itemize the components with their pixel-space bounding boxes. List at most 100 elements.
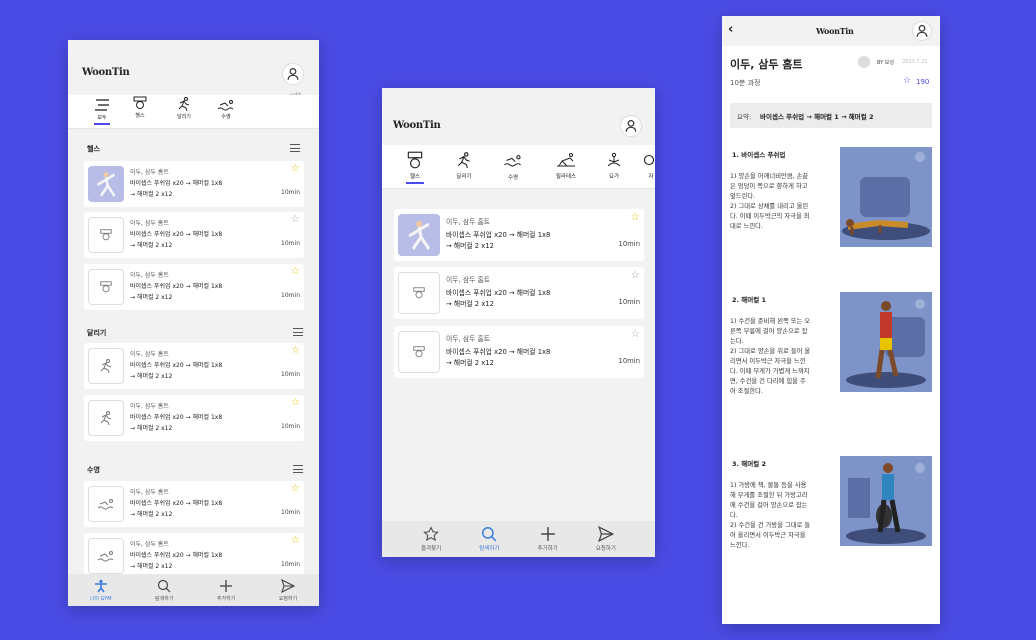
favorite-star-icon[interactable]: ☆ bbox=[291, 484, 300, 494]
menu-icon[interactable] bbox=[293, 328, 303, 336]
nav-add[interactable]: 추가하기 bbox=[217, 579, 235, 602]
plus-icon bbox=[540, 527, 555, 541]
tab-pilates[interactable]: 필라테스 bbox=[552, 152, 580, 180]
page-title: 이두, 삼두 홈트 bbox=[730, 58, 803, 71]
workout-card[interactable]: 이두, 삼두 홈트 바이셉스 푸쉬업 x20 → 해머컬 1x8 → 해머컬 2 x… bbox=[84, 264, 304, 310]
workout-line-2: → 해머컬 2 x12 bbox=[130, 293, 173, 301]
step-text-line: 른쪽 무릎에 걸어 양손으로 잡 bbox=[730, 328, 808, 335]
workout-card[interactable]: 이두, 삼두 홈트 바이셉스 푸쉬업 x20 → 해머컬 1x8 → 해머컬 2 x… bbox=[394, 209, 644, 261]
section-title-swimming: 수영 bbox=[87, 466, 100, 474]
workout-thumbnail bbox=[398, 272, 440, 314]
favorite-star-icon[interactable]: ☆ bbox=[291, 346, 300, 356]
workout-duration: 10min bbox=[281, 291, 300, 299]
tab-label: 수영 bbox=[221, 114, 231, 120]
workout-card[interactable]: 이두, 삼두 홈트 바이셉스 푸쉬업 x20 → 해머컬 1x8 → 해머컬 2 x… bbox=[394, 267, 644, 319]
favorite-star-icon[interactable]: ☆ bbox=[291, 164, 300, 174]
swimming-icon bbox=[504, 155, 521, 167]
profile-avatar[interactable] bbox=[282, 63, 304, 85]
favorite-star-icon[interactable]: ☆ bbox=[630, 269, 640, 281]
step-text-line: 해 무게를 조절한 뒤 가방고리 bbox=[730, 492, 808, 499]
workout-title: 이두, 삼두 홈트 bbox=[446, 335, 491, 343]
workout-line-2: → 해머컬 2 x12 bbox=[130, 190, 173, 198]
workout-duration: 10min bbox=[618, 240, 640, 249]
author-name: BY 모성 bbox=[877, 60, 895, 66]
tab-swimming[interactable]: 수영 bbox=[502, 154, 524, 181]
nav-label: 탐색하기 bbox=[479, 546, 500, 552]
search-icon bbox=[158, 579, 171, 592]
workout-duration: 10min bbox=[281, 188, 300, 196]
tab-label: 달리기 bbox=[456, 174, 472, 180]
user-icon bbox=[625, 119, 637, 132]
nav-explore[interactable]: 탐색하기 bbox=[155, 579, 173, 602]
nav-label: 탐색하기 bbox=[155, 595, 174, 602]
favorite-star-icon[interactable]: ☆ bbox=[291, 536, 300, 546]
tab-yoga[interactable]: 요가 bbox=[604, 152, 624, 180]
screen-my-gym: WoonTin edit 모두 헬스 달리기 수영 헬스 달리기 수영 이두, … bbox=[68, 40, 319, 606]
gym-icon bbox=[94, 579, 107, 592]
workout-line-2: → 해머컬 2 x12 bbox=[130, 372, 173, 380]
plus-icon bbox=[220, 579, 233, 592]
workout-thumbnail bbox=[88, 166, 124, 202]
workout-card[interactable]: 이두, 삼두 홈트 바이셉스 푸쉬업 x20 → 해머컬 1x8 → 해머컬 2 x… bbox=[84, 395, 304, 441]
step-heading: 3. 해머컬 2 bbox=[732, 460, 766, 468]
profile-avatar[interactable] bbox=[912, 21, 932, 41]
workout-card[interactable]: 이두, 삼두 홈트 바이셉스 푸쉬업 x20 → 해머컬 1x8 → 해머컬 2 x… bbox=[84, 161, 304, 207]
favorite-star-icon[interactable]: ☆ bbox=[291, 398, 300, 408]
summary-text: 바이셉스 푸쉬업 → 해머컬 1 → 해머컬 2 bbox=[760, 113, 874, 121]
app-logo: WoonTin bbox=[393, 120, 441, 131]
workout-thumbnail bbox=[88, 486, 124, 522]
nav-my-gym[interactable]: 나의 GYM bbox=[90, 579, 112, 602]
tab-label: 요가 bbox=[608, 174, 620, 180]
favorite-star-icon[interactable]: ☆ bbox=[903, 76, 911, 86]
profile-avatar[interactable] bbox=[620, 115, 642, 137]
menu-icon[interactable] bbox=[293, 465, 303, 473]
favorite-star-icon[interactable]: ☆ bbox=[630, 328, 640, 340]
swimming-icon bbox=[97, 551, 114, 562]
favorite-star-icon[interactable]: ☆ bbox=[291, 267, 300, 277]
nav-label: 추가하기 bbox=[216, 595, 236, 602]
favorite-star-icon[interactable]: ☆ bbox=[630, 211, 640, 223]
nav-request[interactable]: 요청하기 bbox=[596, 526, 616, 552]
tab-swimming[interactable]: 수영 bbox=[216, 99, 236, 120]
nav-request[interactable]: 요청하기 bbox=[279, 578, 297, 602]
workout-thumbnail bbox=[88, 538, 124, 574]
tab-bike[interactable]: 자 bbox=[643, 154, 655, 180]
step-text-line: 1) 가방에 책, 물통 등을 사용 bbox=[730, 482, 807, 489]
nav-favorites[interactable]: 즐겨찾기 bbox=[421, 526, 441, 552]
tab-health[interactable]: 헬스 bbox=[404, 150, 426, 184]
menu-icon[interactable] bbox=[290, 144, 300, 152]
workout-card[interactable]: 이두, 삼두 홈트 바이셉스 푸쉬업 x20 → 해머컬 1x8 → 해머컬 2 x… bbox=[84, 212, 304, 258]
workout-line-2: → 해머컬 2 x12 bbox=[130, 424, 173, 432]
tab-health[interactable]: 헬스 bbox=[130, 95, 150, 119]
dumbbell-icon bbox=[133, 96, 147, 109]
app-logo: WoonTin bbox=[816, 26, 854, 36]
star-icon bbox=[423, 526, 439, 541]
workout-thumbnail bbox=[398, 331, 440, 373]
workout-card[interactable]: 이두, 삼두 홈트 바이셉스 푸쉬업 x20 → 해머컬 1x8 → 해머컬 2 x… bbox=[84, 481, 304, 527]
workout-card[interactable]: 이두, 삼두 홈트 바이셉스 푸쉬업 x20 → 해머컬 1x8 → 해머컬 2 x… bbox=[84, 343, 304, 389]
workout-line-2: → 해머컬 2 x12 bbox=[446, 242, 494, 251]
step-text-line: 리면서 이두박근 자극을 느낀 bbox=[730, 358, 806, 365]
workout-duration: 10min bbox=[618, 298, 640, 307]
tab-all[interactable]: 모두 bbox=[92, 98, 112, 125]
workout-card[interactable]: 이두, 삼두 홈트 바이셉스 푸쉬업 x20 → 해머컬 1x8 → 해머컬 2 x… bbox=[394, 326, 644, 378]
tab-running[interactable]: 달리기 bbox=[172, 97, 196, 120]
workout-card[interactable]: 이두, 삼두 홈트 바이셉스 푸쉬업 x20 → 해머컬 1x8 → 해머컬 2 x… bbox=[84, 533, 304, 579]
step-text-line: 엎드린다. bbox=[730, 193, 756, 200]
step-illustration bbox=[840, 292, 932, 396]
tab-running[interactable]: 달리기 bbox=[452, 152, 476, 180]
hammer-curl-2-illustration bbox=[840, 456, 932, 546]
bottom-nav: 나의 GYM 탐색하기 추가하기 요청하기 bbox=[68, 574, 319, 606]
step-text-line: 는다. bbox=[730, 338, 744, 345]
nav-explore[interactable]: 탐색하기 bbox=[479, 526, 500, 552]
favorite-star-icon[interactable]: ☆ bbox=[291, 215, 300, 225]
chevron-left-icon[interactable]: ‹ bbox=[728, 22, 733, 37]
step-text-line: 다. 이때 무게가 가볍게 느껴지 bbox=[730, 368, 810, 375]
running-icon bbox=[457, 152, 470, 168]
step-text-line: 은 엉덩이 쪽으로 향하게 하고 bbox=[730, 183, 808, 190]
detail-header: ‹ WoonTin bbox=[722, 16, 940, 46]
step-text-line: 2) 수건을 건 가방을 그대로 들 bbox=[730, 522, 811, 529]
step-text-line: 어 올리면서 이두박근 자극을 bbox=[730, 532, 806, 539]
workout-title: 이두, 삼두 홈트 bbox=[130, 489, 169, 496]
nav-add[interactable]: 추가하기 bbox=[538, 526, 558, 552]
